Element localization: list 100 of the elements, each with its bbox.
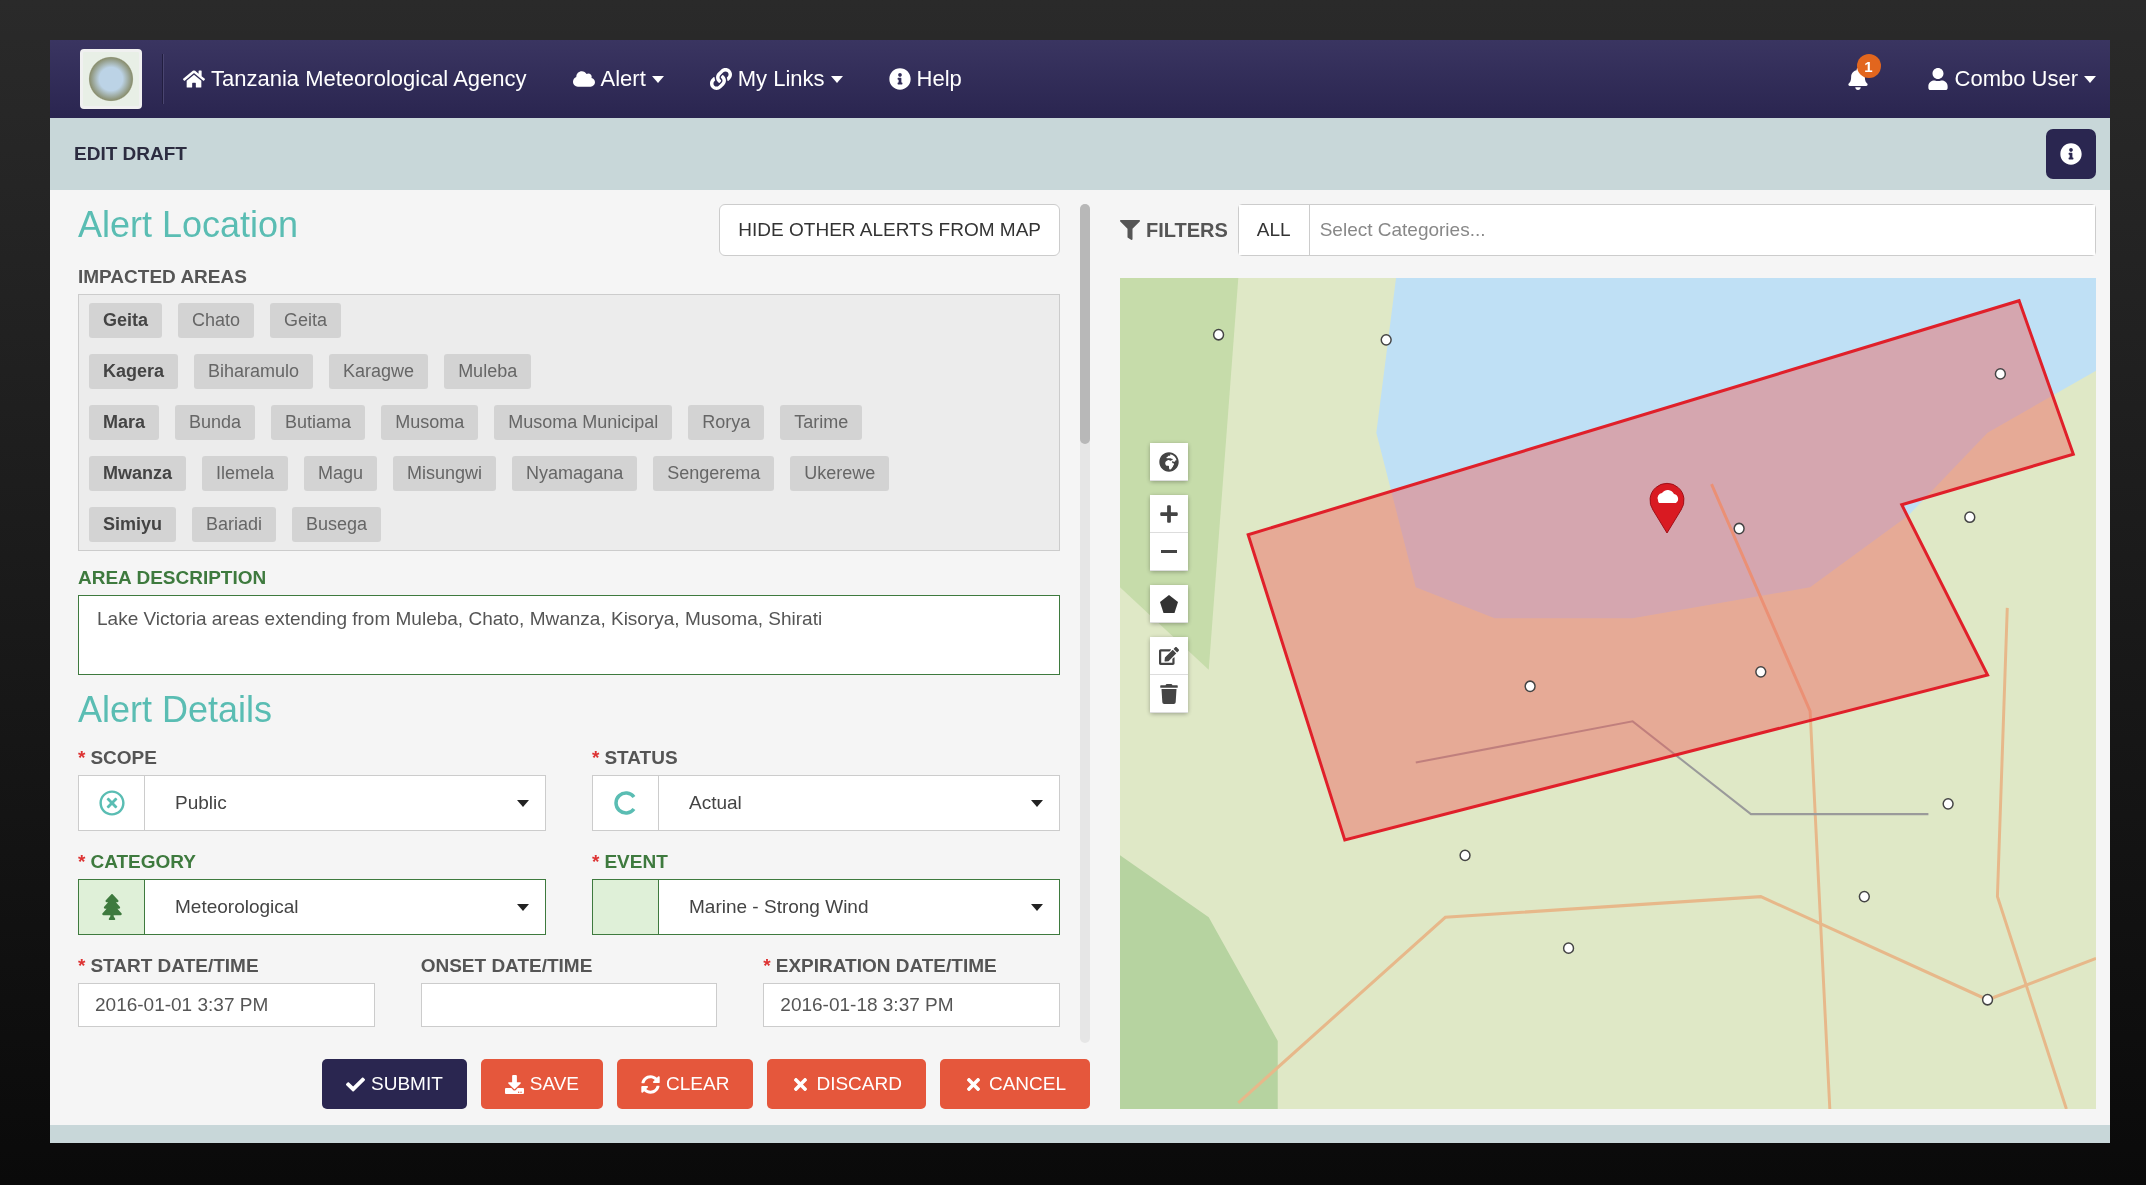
town-dot [1981, 993, 1994, 1006]
section-heading: Alert Location [78, 204, 299, 246]
district-tag[interactable]: Sengerema [653, 456, 775, 491]
district-tag[interactable]: Geita [270, 303, 342, 338]
caret-icon [517, 903, 529, 911]
district-tag[interactable]: Karagwe [329, 354, 429, 389]
info-icon [2060, 143, 2082, 165]
caret-icon [1031, 903, 1043, 911]
user-menu[interactable]: Combo User [1926, 66, 2096, 92]
region-tag[interactable]: Mara [89, 405, 160, 440]
district-tag[interactable]: Biharamulo [194, 354, 314, 389]
field-label: IMPACTED AREAS [78, 266, 248, 288]
field-label: CATEGORY [90, 851, 196, 872]
draw-polygon-button[interactable] [1150, 585, 1188, 623]
region-tag[interactable]: Mwanza [89, 456, 186, 491]
minus-icon [1161, 550, 1177, 553]
district-tag[interactable]: Ilemela [202, 456, 289, 491]
action-button[interactable]: CLEAR [617, 1059, 754, 1109]
town-dot [1562, 942, 1575, 955]
check-icon [346, 1074, 365, 1094]
caret-icon [2084, 75, 2096, 83]
required-mark: * [763, 955, 771, 976]
action-button[interactable]: SUBMIT [322, 1059, 467, 1109]
select-addon [593, 880, 659, 934]
page-title: EDIT DRAFT [74, 143, 187, 165]
pentagon-icon [1159, 593, 1179, 614]
district-tag[interactable]: Misungwi [393, 456, 497, 491]
select-field[interactable]: Marine - Strong Wind [592, 879, 1060, 935]
area-description-field[interactable]: Lake Victoria areas extending from Muleba, Chato, Mwanza, Kisorya, Musoma, Shirati [78, 595, 1060, 675]
district-tag[interactable]: Ukerewe [790, 456, 890, 491]
town-dot [1942, 797, 1954, 810]
nav-menu-item[interactable]: Alert [572, 66, 664, 92]
action-button[interactable]: SAVE [480, 1059, 604, 1109]
town-dot [1964, 511, 1976, 524]
user-icon [1926, 68, 1949, 90]
delete-button[interactable] [1150, 675, 1188, 713]
required-mark: * [78, 955, 86, 976]
town-dot [1524, 680, 1536, 693]
section-heading: Alert Details [78, 689, 274, 731]
home-link[interactable]: Tanzania Meteorological Agency [183, 66, 527, 92]
town-dot [1733, 522, 1745, 535]
zoom-out-button[interactable] [1150, 533, 1188, 571]
all-button[interactable]: ALL [1238, 205, 1310, 255]
region-tag[interactable]: Geita [89, 303, 163, 338]
zoom-in-button[interactable] [1150, 495, 1188, 533]
action-button[interactable]: DISCARD [767, 1059, 926, 1109]
date-field[interactable]: 2016-01-18 3:37 PM [763, 983, 1060, 1027]
district-tag[interactable]: Busega [292, 507, 382, 542]
caret-icon [517, 799, 529, 807]
select-field[interactable]: Public [78, 775, 546, 831]
required-mark: * [592, 747, 600, 768]
district-tag[interactable]: Tarime [780, 405, 863, 440]
edit-button[interactable] [1150, 637, 1188, 675]
district-tag[interactable]: Rorya [688, 405, 765, 440]
required-mark: * [592, 851, 600, 872]
info-button[interactable] [2046, 129, 2096, 179]
filter-icon [1120, 220, 1140, 240]
district-tag[interactable]: Bunda [175, 405, 256, 440]
field-label: EXPIRATION DATE/TIME [775, 955, 997, 976]
edit-icon [1159, 645, 1179, 666]
download-icon [504, 1074, 524, 1094]
category-filter-field[interactable]: ALL Select Categories... [1237, 204, 2096, 256]
globe-button[interactable] [1150, 443, 1188, 481]
field-label: EVENT [604, 851, 668, 872]
region-tag[interactable]: Simiyu [89, 507, 177, 542]
district-tag[interactable]: Chato [178, 303, 255, 338]
district-tag[interactable]: Bariadi [192, 507, 277, 542]
nav-menu-item[interactable]: Help [888, 66, 962, 92]
select-field[interactable]: Meteorological [78, 879, 546, 935]
district-tag[interactable]: Butiama [271, 405, 366, 440]
select-field[interactable]: Actual [592, 775, 1060, 831]
region-tag[interactable]: Kagera [89, 354, 179, 389]
action-button[interactable]: CANCEL [939, 1059, 1090, 1109]
scrollbar[interactable] [1080, 204, 1090, 1043]
filters-label: FILTERS [1146, 218, 1228, 242]
required-mark: * [78, 851, 86, 872]
town-dot [1212, 328, 1225, 341]
trash-icon [1159, 683, 1179, 704]
globe-icon [1159, 451, 1179, 472]
required-mark: * [78, 747, 86, 768]
town-dot [1380, 333, 1392, 346]
nav-menu-item[interactable]: My Links [709, 66, 843, 92]
link-icon [709, 68, 732, 90]
district-tag[interactable]: Musoma Municipal [494, 405, 673, 440]
date-field[interactable] [420, 983, 718, 1027]
plus-icon [1159, 503, 1179, 524]
town-dot [1755, 665, 1767, 678]
date-field[interactable]: 2016-01-01 3:37 PM [78, 983, 375, 1027]
district-tag[interactable]: Nyamagana [512, 456, 638, 491]
agency-logo[interactable] [80, 49, 142, 109]
town-dot [1858, 890, 1870, 903]
district-tag[interactable]: Magu [304, 456, 378, 491]
district-tag[interactable]: Muleba [444, 354, 532, 389]
notification-count: 1 [1856, 54, 1881, 78]
home-icon [183, 68, 205, 90]
field-label: START DATE/TIME [90, 955, 259, 976]
field-label: AREA DESCRIPTION [78, 567, 268, 589]
town-dot [1459, 849, 1471, 862]
district-tag[interactable]: Musoma [381, 405, 479, 440]
hide-alerts-button[interactable]: HIDE OTHER ALERTS FROM MAP [719, 204, 1060, 256]
